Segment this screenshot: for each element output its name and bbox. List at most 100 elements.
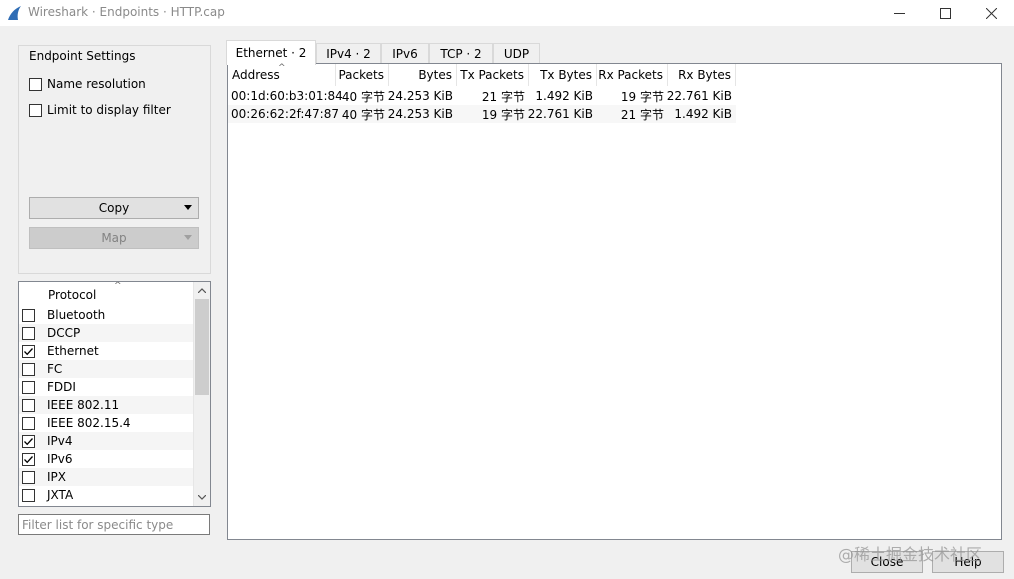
tab-label: Ethernet · 2 <box>235 46 307 60</box>
cell-rx-packets: 21 字节 <box>620 107 664 122</box>
cell-bytes: 24.253 KiB <box>387 107 453 121</box>
protocol-row[interactable]: JXTA <box>19 486 193 504</box>
column-header-tx-packets[interactable]: Tx Packets <box>457 64 529 86</box>
sort-ascending-icon: ^ <box>114 281 122 291</box>
protocol-checkbox[interactable] <box>22 344 35 358</box>
chevron-up-icon <box>198 288 206 293</box>
tab-label: IPv6 <box>392 47 418 61</box>
maximize-icon <box>939 7 951 19</box>
protocol-row[interactable]: DCCP <box>19 324 193 342</box>
cell-rx-bytes: 22.761 KiB <box>666 89 732 103</box>
protocol-checkbox[interactable] <box>22 326 35 340</box>
name-resolution-label: Name resolution <box>47 77 146 91</box>
title-bar: Wireshark · Endpoints · HTTP.cap <box>0 0 1014 26</box>
close-icon <box>985 7 997 19</box>
protocol-name: IPv4 <box>47 434 73 448</box>
minimize-icon <box>893 12 905 14</box>
protocol-filter-input[interactable] <box>18 514 210 535</box>
protocol-checkbox[interactable] <box>22 380 35 394</box>
protocol-name: JXTA <box>47 488 74 502</box>
protocol-name: FC <box>47 362 63 376</box>
cell-tx-bytes: 1.492 KiB <box>535 89 593 103</box>
endpoints-table[interactable]: ^ Address Packets Bytes Tx Packets Tx Bytes R… <box>227 63 1002 540</box>
protocol-list[interactable]: ^ Protocol Bluetooth DCCP Ethernet FC FDDI IE… <box>18 281 211 507</box>
protocol-row[interactable]: IEEE 802.11 <box>19 396 193 414</box>
tab-ipv6[interactable]: IPv6 <box>381 43 429 64</box>
column-header-tx-bytes[interactable]: Tx Bytes <box>529 64 597 86</box>
copy-button[interactable]: Copy <box>29 197 199 219</box>
protocol-name: Bluetooth <box>47 308 106 322</box>
column-header-rx-bytes[interactable]: Rx Bytes <box>668 64 736 86</box>
protocol-name: Ethernet <box>47 344 99 358</box>
protocol-name: DCCP <box>47 326 81 340</box>
table-row[interactable]: 00:1d:60:b3:01:84 40 字节 24.253 KiB 21 字节 1.4… <box>228 87 736 105</box>
protocol-row[interactable]: IPv6 <box>19 450 193 468</box>
protocol-list-scrollbar[interactable] <box>193 282 210 506</box>
scroll-thumb[interactable] <box>195 299 209 395</box>
protocol-row[interactable]: IEEE 802.15.4 <box>19 414 193 432</box>
column-header-bytes[interactable]: Bytes <box>389 64 457 86</box>
protocol-checkbox[interactable] <box>22 470 35 484</box>
maximize-button[interactable] <box>922 0 968 26</box>
copy-label: Copy <box>98 201 130 215</box>
protocol-row[interactable]: Bluetooth <box>19 306 193 324</box>
protocol-row[interactable]: FC <box>19 360 193 378</box>
protocol-column-header[interactable]: ^ Protocol <box>19 282 193 304</box>
scroll-down-button[interactable] <box>194 489 210 506</box>
protocol-name: FDDI <box>47 380 76 394</box>
column-header-rx-packets[interactable]: Rx Packets <box>597 64 668 86</box>
limit-display-filter-checkbox[interactable] <box>29 103 42 117</box>
protocol-checkbox[interactable] <box>22 362 35 376</box>
sort-ascending-icon: ^ <box>278 63 286 73</box>
chevron-down-icon <box>198 495 206 500</box>
window-title: Wireshark · Endpoints · HTTP.cap <box>28 5 225 19</box>
protocol-name: IEEE 802.11 <box>47 398 120 412</box>
watermark: @稀土掘金技术社区 <box>838 545 983 564</box>
cell-rx-packets: 19 字节 <box>620 89 664 104</box>
cell-rx-bytes: 1.492 KiB <box>674 107 732 121</box>
tab-tcp[interactable]: TCP · 2 <box>429 43 493 64</box>
protocol-name: IEEE 802.15.4 <box>47 416 131 430</box>
protocol-checkbox[interactable] <box>22 308 35 322</box>
limit-display-filter-option[interactable]: Limit to display filter <box>29 103 171 117</box>
protocol-checkbox[interactable] <box>22 488 35 502</box>
scroll-up-button[interactable] <box>194 282 210 299</box>
protocol-checkbox[interactable] <box>22 416 35 430</box>
group-title: Endpoint Settings <box>27 49 138 63</box>
protocol-row[interactable]: IPv4 <box>19 432 193 450</box>
protocol-row[interactable]: FDDI <box>19 378 193 396</box>
name-resolution-option[interactable]: Name resolution <box>29 77 146 91</box>
protocol-row[interactable]: IPX <box>19 468 193 486</box>
dropdown-arrow-icon <box>184 235 192 240</box>
tab-udp[interactable]: UDP <box>493 43 540 64</box>
tab-label: IPv4 · 2 <box>326 47 371 61</box>
tab-ipv4[interactable]: IPv4 · 2 <box>316 43 381 64</box>
cell-bytes: 24.253 KiB <box>387 89 453 103</box>
protocol-checkbox[interactable] <box>22 434 35 448</box>
endpoint-settings-group: Endpoint Settings Name resolution Limit … <box>18 45 211 274</box>
cell-tx-bytes: 22.761 KiB <box>527 107 593 121</box>
protocol-checkbox[interactable] <box>22 398 35 412</box>
cell-tx-packets: 19 字节 <box>481 107 525 122</box>
name-resolution-checkbox[interactable] <box>29 77 42 91</box>
column-header-packets[interactable]: Packets <box>336 64 389 86</box>
cell-address: 00:26:62:2f:47:87 <box>231 107 339 121</box>
protocol-row[interactable]: Ethernet <box>19 342 193 360</box>
minimize-button[interactable] <box>876 0 922 26</box>
tab-label: TCP · 2 <box>440 47 482 61</box>
map-button[interactable]: Map <box>29 227 199 249</box>
dropdown-arrow-icon <box>184 205 192 210</box>
protocol-checkbox[interactable] <box>22 452 35 466</box>
table-row[interactable]: 00:26:62:2f:47:87 40 字节 24.253 KiB 19 字节 22.… <box>228 105 736 123</box>
protocol-name: IPX <box>47 470 66 484</box>
cell-packets: 40 字节 <box>341 107 385 122</box>
tab-ethernet[interactable]: Ethernet · 2 <box>226 40 316 65</box>
close-window-button[interactable] <box>968 0 1014 26</box>
protocol-header-label: Protocol <box>48 288 97 302</box>
cell-tx-packets: 21 字节 <box>481 89 525 104</box>
map-label: Map <box>101 231 127 245</box>
protocol-name: IPv6 <box>47 452 73 466</box>
cell-packets: 40 字节 <box>341 89 385 104</box>
cell-address: 00:1d:60:b3:01:84 <box>231 89 343 103</box>
limit-display-filter-label: Limit to display filter <box>47 103 171 117</box>
